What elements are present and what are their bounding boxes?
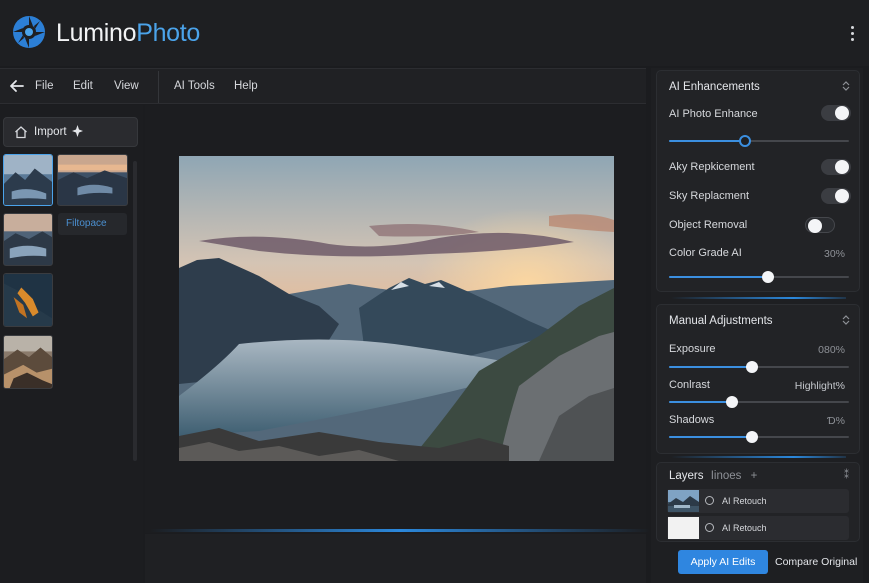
main-photo[interactable] <box>179 156 614 461</box>
shadows-value: Ɗ% <box>827 415 845 427</box>
collapse-icon[interactable] <box>841 81 851 91</box>
color-grade-slider[interactable] <box>669 271 849 283</box>
menu-ai-tools[interactable]: AI Tools <box>174 80 215 92</box>
thumbnail-1[interactable] <box>3 154 53 206</box>
image-canvas <box>145 105 646 533</box>
shadows-fill <box>669 436 752 438</box>
manual-accent-line <box>671 456 846 458</box>
adjustments-panel: AI Enhancements AI Photo Enhance Aky Rep… <box>651 68 863 583</box>
exposure-fill <box>669 366 752 368</box>
contrast-label: Conlrast <box>669 379 710 391</box>
layers-subtitle: Iinoes <box>710 470 742 482</box>
color-grade-label: Color Grade AI <box>669 247 742 259</box>
import-label: Import <box>34 126 67 138</box>
layers-title-text: Layers <box>669 470 704 482</box>
home-icon <box>15 126 27 139</box>
ai-enhancements-title: AI Enhancements <box>669 81 760 93</box>
sparkle-icon <box>72 125 83 137</box>
shadows-slider[interactable] <box>669 431 849 443</box>
manual-adjustments-title: Manual Adjustments <box>669 315 773 327</box>
menu-view[interactable]: View <box>114 80 139 92</box>
exposure-label: Exposure <box>669 343 716 355</box>
layer-visibility-icon[interactable] <box>705 523 714 532</box>
sky-replacement-label-2: Sky Replacment <box>669 190 750 202</box>
add-layer-button[interactable]: + <box>751 470 758 482</box>
sky-replacement-toggle-1[interactable] <box>821 159 851 175</box>
app-title-part2: Photo <box>136 19 201 47</box>
aperture-logo-icon <box>13 16 45 48</box>
exposure-slider[interactable] <box>669 361 849 373</box>
layer-visibility-icon[interactable] <box>705 496 714 505</box>
arrow-left-icon[interactable] <box>9 78 25 94</box>
menu-file[interactable]: File <box>35 80 54 92</box>
apply-ai-edits-button[interactable]: Apply AI Edits <box>678 550 768 574</box>
manual-adjustments-card: Manual Adjustments Exposure 080% Conlras… <box>656 304 860 454</box>
exposure-value: 080% <box>818 344 845 356</box>
shadows-handle[interactable] <box>745 431 758 443</box>
ai-photo-enhance-label: AI Photo Enhance <box>669 108 758 120</box>
thumbnail-4[interactable] <box>3 273 53 327</box>
enhancements-accent-line <box>671 297 846 299</box>
thumbnail-5[interactable] <box>3 335 53 389</box>
sky-replacement-label-1: Aky Repkicement <box>669 161 755 173</box>
object-removal-label: Object Removal <box>669 219 748 231</box>
ai-enhancements-card: AI Enhancements AI Photo Enhance Aky Rep… <box>656 70 860 292</box>
layer-thumb-blank <box>668 517 699 539</box>
layers-title: Layers Iinoes + <box>669 470 757 482</box>
color-grade-handle[interactable] <box>762 271 774 283</box>
ai-photo-enhance-fill <box>669 140 745 142</box>
layers-card: Layers Iinoes + ⁑ AI Retouch AI Retouch <box>656 462 860 542</box>
canvas-accent-line <box>150 529 650 532</box>
exposure-handle[interactable] <box>745 361 758 373</box>
contrast-handle[interactable] <box>726 396 738 408</box>
layer-thumb-mountain <box>668 490 699 512</box>
layer-row-1[interactable]: AI Retouch <box>667 489 849 513</box>
import-button[interactable]: Import <box>3 117 138 147</box>
ai-photo-enhance-handle[interactable] <box>738 135 751 147</box>
color-grade-fill <box>669 276 768 278</box>
contrast-fill <box>669 401 732 403</box>
contrast-slider[interactable] <box>669 396 849 408</box>
menu-edit[interactable]: Edit <box>73 80 93 92</box>
thumbnail-2[interactable] <box>57 154 128 206</box>
ai-photo-enhance-toggle[interactable] <box>821 105 851 121</box>
color-grade-value: 30% <box>823 248 845 260</box>
layer-name: AI Retouch <box>722 496 767 506</box>
canvas-footer <box>145 534 646 583</box>
sky-replacement-toggle-2[interactable] <box>821 188 851 204</box>
collapse-icon[interactable] <box>841 315 851 325</box>
filmstrip-sidebar: Import Filtopace <box>0 105 143 583</box>
layer-row-2[interactable]: AI Retouch <box>667 516 849 540</box>
menu-separator <box>158 71 159 103</box>
object-removal-toggle[interactable] <box>805 217 835 233</box>
shadows-label: Shadows <box>669 414 715 426</box>
ai-photo-enhance-slider[interactable] <box>669 135 849 147</box>
kebab-icon[interactable] <box>845 22 859 44</box>
thumbnail-3[interactable] <box>3 213 53 266</box>
compare-original-button[interactable]: Compare Original <box>775 556 857 568</box>
layers-collapse-button[interactable]: ⁑ <box>844 470 849 481</box>
layer-name: AI Retouch <box>722 523 767 533</box>
app-title-part1: Lumino <box>56 19 137 47</box>
contrast-value: Highlight% <box>794 380 845 392</box>
menubar: File Edit View AI Tools Help <box>0 68 646 104</box>
app-title: LuminoPhoto <box>56 19 200 48</box>
sidebar-scrollbar[interactable] <box>133 161 137 461</box>
menu-help[interactable]: Help <box>234 80 258 92</box>
app-header: LuminoPhoto <box>0 0 869 66</box>
filter-chip[interactable]: Filtopace <box>58 213 127 235</box>
